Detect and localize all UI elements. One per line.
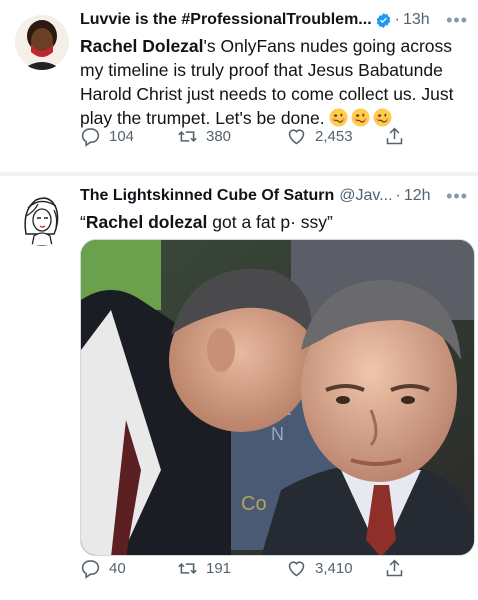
tweet-luvvie[interactable]: Luvvie is the #ProfessionalTroublem... ·… (0, 0, 478, 176)
timestamp[interactable]: 12h (404, 185, 431, 207)
retweet-icon (178, 130, 197, 142)
tweet-header: The Lightskinned Cube Of Saturn @Jav... … (80, 184, 468, 208)
more-options-icon[interactable]: ••• (446, 9, 468, 31)
verified-badge-icon (376, 12, 390, 28)
separator-dot: · (394, 11, 400, 28)
retweet-button[interactable]: 380 (177, 126, 231, 147)
share-button[interactable] (384, 126, 405, 147)
heart-icon (288, 560, 305, 576)
tweet-text-body: got a fat p· ѕsy” (207, 212, 333, 232)
author-name[interactable]: The Lightskinned Cube Of Saturn (80, 185, 334, 207)
mention-rachel-dolezal: Rachel Dolezal (80, 36, 204, 56)
author-name[interactable]: Luvvie is the #ProfessionalTroublem... (80, 9, 372, 31)
sign-text: N (271, 424, 284, 444)
like-button[interactable]: 3,410 (286, 558, 353, 579)
reply-icon (81, 559, 100, 579)
retweet-count: 380 (206, 127, 232, 145)
reply-icon (81, 127, 100, 147)
like-button[interactable]: 2,453 (286, 126, 353, 147)
avatar[interactable] (14, 14, 70, 70)
share-icon (386, 559, 403, 576)
tweet-text: Rachel Dolezal's OnlyFans nudes going ac… (80, 34, 468, 133)
separator-dot: · (395, 187, 401, 204)
woozy-face-icon (373, 108, 392, 127)
like-count: 3,410 (315, 559, 353, 577)
sign-text: Co (241, 493, 267, 515)
avatar[interactable] (14, 190, 70, 246)
share-button[interactable] (384, 558, 405, 579)
retweet-icon (178, 562, 197, 574)
reply-button[interactable]: 40 (80, 558, 126, 579)
more-options-icon[interactable]: ••• (446, 185, 468, 207)
reply-count: 104 (109, 127, 135, 145)
heart-icon (288, 128, 305, 144)
reply-count: 40 (109, 559, 126, 577)
author-handle[interactable]: @Jav... (339, 185, 392, 207)
share-icon (386, 127, 403, 144)
mention-rachel-dolezal: Rachel dolezal (85, 212, 208, 232)
woozy-face-icon (351, 108, 370, 127)
tweet-lightskinned-cube[interactable]: The Lightskinned Cube Of Saturn @Jav... … (0, 176, 478, 600)
timestamp[interactable]: 13h (403, 9, 430, 31)
retweet-count: 191 (206, 559, 232, 577)
retweet-button[interactable]: 191 (177, 558, 231, 579)
tweet-photo[interactable]: RE N Co (80, 239, 475, 556)
like-count: 2,453 (315, 127, 353, 145)
reply-button[interactable]: 104 (80, 126, 134, 147)
tweet-header: Luvvie is the #ProfessionalTroublem... ·… (80, 8, 468, 32)
tweet-text: “Rachel dolezal got a fat p· ѕsy” (80, 210, 468, 234)
woozy-face-icon (329, 108, 348, 127)
